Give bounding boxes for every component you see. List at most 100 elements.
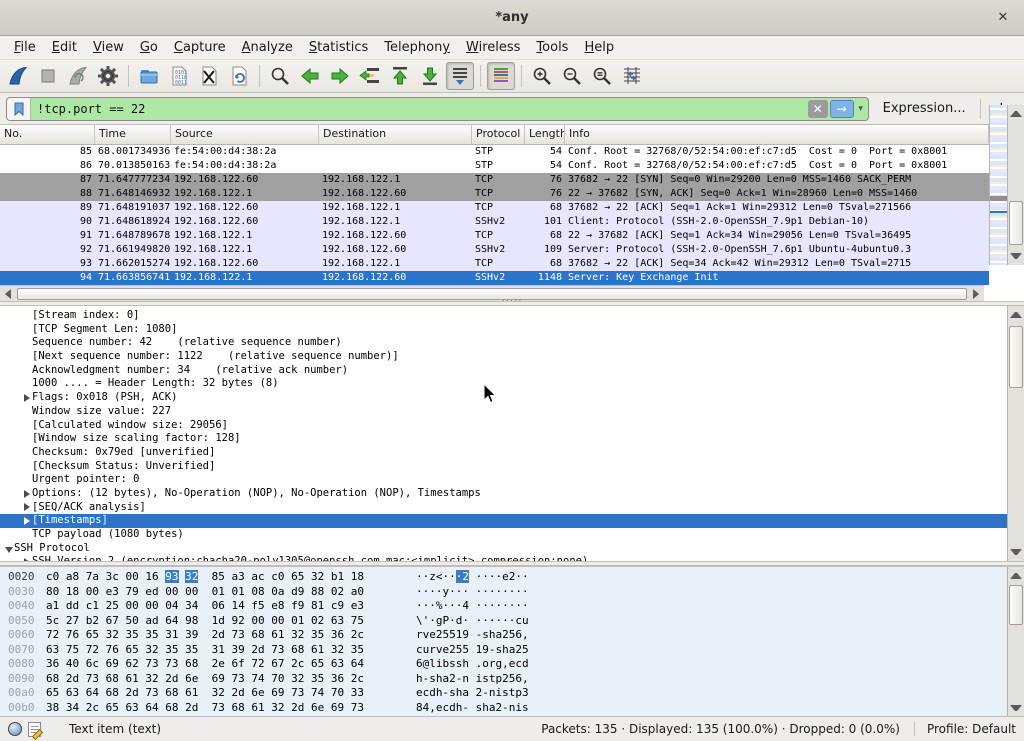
column-header-protocol[interactable]: Protocol	[472, 125, 525, 144]
scroll-up-icon[interactable]	[1010, 312, 1022, 318]
reload-file-button[interactable]	[225, 62, 253, 90]
hex-bytes[interactable]: 65 63 64 68 2d 73 68 61 32 2d 6e 69 73 7…	[46, 686, 398, 701]
scroll-down-icon[interactable]	[1010, 705, 1022, 711]
hex-ascii[interactable]: rve25519 -sha256,	[416, 628, 529, 643]
packet-row[interactable]: 9071.648618924192.168.122.60192.168.122.…	[0, 215, 989, 229]
colorize-toggle[interactable]	[487, 62, 515, 90]
scrollbar-thumb[interactable]	[17, 288, 967, 300]
detail-tree-row[interactable]: SSH Protocol	[0, 542, 1007, 556]
hex-ascii[interactable]: h-sha2-n istp256,	[416, 672, 529, 687]
column-header-destination[interactable]: Destination	[319, 125, 472, 144]
packet-row[interactable]: 8971.648191037192.168.122.60192.168.122.…	[0, 201, 989, 215]
detail-tree-row[interactable]: Options: (12 bytes), No-Operation (NOP),…	[0, 487, 1007, 501]
menu-wireless[interactable]: Wireless	[458, 37, 528, 58]
detail-tree-row[interactable]: [Window size scaling factor: 128]	[0, 432, 1007, 446]
hex-bytes[interactable]: 80 18 00 e3 79 ed 00 00 01 01 08 0a d9 8…	[46, 585, 398, 600]
packet-list-vscrollbar[interactable]	[1007, 105, 1024, 265]
profile-status[interactable]: Profile: Default	[915, 722, 1016, 736]
hex-ascii[interactable]: ··z<···2 ····e2··	[416, 570, 529, 585]
capture-restart-button[interactable]	[64, 62, 92, 90]
hex-ascii[interactable]: 84,ecdh- sha2-nis	[416, 701, 529, 716]
capture-start-button[interactable]	[4, 62, 32, 90]
scrollbar-thumb[interactable]	[1009, 585, 1023, 625]
menu-capture[interactable]: Capture	[166, 37, 234, 58]
scroll-up-icon[interactable]	[1010, 111, 1022, 117]
hex-ascii[interactable]: \'·gP·d· ······cu	[416, 614, 529, 629]
auto-scroll-toggle[interactable]	[446, 62, 474, 90]
detail-tree-row[interactable]: [SEQ/ACK analysis]	[0, 501, 1007, 515]
scroll-right-icon[interactable]	[973, 289, 979, 299]
hex-row[interactable]: 006072 76 65 32 35 35 31 39 2d 73 68 61 …	[0, 628, 1007, 643]
hex-bytes[interactable]: 72 76 65 32 35 35 31 39 2d 73 68 61 32 3…	[46, 628, 398, 643]
zoom-original-button[interactable]	[588, 62, 616, 90]
column-header-no[interactable]: No.	[0, 125, 95, 144]
go-to-packet-button[interactable]	[356, 62, 384, 90]
hex-ascii[interactable]: curve255 19-sha25	[416, 643, 529, 658]
hex-row[interactable]: 008036 40 6c 69 62 73 73 68 2e 6f 72 67 …	[0, 657, 1007, 672]
open-file-button[interactable]	[135, 62, 163, 90]
expression-button[interactable]: Expression...	[873, 101, 976, 116]
packet-row[interactable]: 9371.662015274192.168.122.60192.168.122.…	[0, 257, 989, 271]
packet-row[interactable]: 8771.647777234192.168.122.60192.168.122.…	[0, 173, 989, 187]
hex-row[interactable]: 007063 75 72 76 65 32 35 35 31 39 2d 73 …	[0, 643, 1007, 658]
menu-analyze[interactable]: Analyze	[234, 37, 301, 58]
capture-stop-button[interactable]	[34, 62, 62, 90]
menu-view[interactable]: View	[85, 37, 132, 58]
scroll-left-icon[interactable]	[5, 289, 11, 299]
menu-statistics[interactable]: Statistics	[301, 37, 376, 58]
menu-go[interactable]: Go	[132, 37, 166, 58]
display-filter-input[interactable]	[31, 102, 808, 116]
detail-tree-row[interactable]: Acknowledgment number: 34 (relative ack …	[0, 364, 1007, 378]
resize-columns-button[interactable]	[618, 62, 646, 90]
menu-telephony[interactable]: Telephony	[376, 37, 458, 58]
pane-splitter[interactable]	[0, 561, 1024, 566]
detail-tree-row[interactable]: [Timestamps]	[0, 514, 1007, 528]
detail-tree-row[interactable]: [Checksum Status: Unverified]	[0, 460, 1007, 474]
column-header-source[interactable]: Source	[171, 125, 319, 144]
hex-row[interactable]: 00b038 34 2c 65 63 64 68 2d 73 68 61 32 …	[0, 701, 1007, 716]
detail-tree-row[interactable]: Checksum: 0x79ed [unverified]	[0, 446, 1007, 460]
go-bottom-button[interactable]	[416, 62, 444, 90]
packet-row[interactable]: 8568.001734936fe:54:00:d4:38:2aSTP54Conf…	[0, 145, 989, 159]
detail-tree-row[interactable]: [TCP Segment Len: 1080]	[0, 323, 1007, 337]
detail-tree-row[interactable]: [Calculated window size: 29056]	[0, 419, 1007, 433]
go-top-button[interactable]	[386, 62, 414, 90]
hex-ascii[interactable]: ecdh-sha 2-nistp3	[416, 686, 529, 701]
detail-tree-row[interactable]: 1000 .... = Header Length: 32 bytes (8)	[0, 377, 1007, 391]
hex-bytes[interactable]: c0 a8 7a 3c 00 16 93 32 85 a3 ac c0 65 3…	[46, 570, 398, 585]
filter-clear-button[interactable]: ✕	[808, 100, 828, 118]
find-packet-button[interactable]	[266, 62, 294, 90]
expert-info-icon[interactable]	[8, 722, 22, 736]
close-file-button[interactable]	[195, 62, 223, 90]
hex-row[interactable]: 009068 2d 73 68 61 32 2d 6e 69 73 74 70 …	[0, 672, 1007, 687]
column-header-time[interactable]: Time	[95, 125, 171, 144]
detail-tree-row[interactable]: [Stream index: 0]	[0, 309, 1007, 323]
menu-file[interactable]: File	[6, 37, 44, 58]
detail-tree-row[interactable]: TCP payload (1080 bytes)	[0, 528, 1007, 542]
packet-row[interactable]: 9171.648789678192.168.122.1192.168.122.6…	[0, 229, 989, 243]
save-file-button[interactable]: 010101100011	[165, 62, 193, 90]
capture-options-button[interactable]	[94, 62, 122, 90]
hex-bytes[interactable]: a1 dd c1 25 00 00 04 34 06 14 f5 e8 f9 8…	[46, 599, 398, 614]
scroll-down-icon[interactable]	[1010, 549, 1022, 555]
hex-row[interactable]: 0040a1 dd c1 25 00 00 04 34 06 14 f5 e8 …	[0, 599, 1007, 614]
hex-ascii[interactable]: ···%···4 ········	[416, 599, 529, 614]
detail-vscrollbar[interactable]	[1007, 306, 1024, 561]
hex-ascii[interactable]: 6@libssh .org,ecd	[416, 657, 529, 672]
scroll-up-icon[interactable]	[1010, 573, 1022, 579]
packet-row[interactable]: 9271.661949820192.168.122.1192.168.122.6…	[0, 243, 989, 257]
scroll-down-icon[interactable]	[1010, 253, 1022, 259]
hex-row[interactable]: 003080 18 00 e3 79 ed 00 00 01 01 08 0a …	[0, 585, 1007, 600]
scrollbar-thumb[interactable]	[1009, 201, 1023, 245]
close-window-icon[interactable]: ✕	[994, 9, 1012, 27]
hex-ascii[interactable]: ····y··· ········	[416, 585, 529, 600]
menu-help[interactable]: Help	[576, 37, 622, 58]
column-header-length[interactable]: Length	[525, 125, 565, 144]
menu-edit[interactable]: Edit	[44, 37, 85, 58]
go-forward-button[interactable]	[326, 62, 354, 90]
hex-bytes[interactable]: 38 34 2c 65 63 64 68 2d 73 68 61 32 2d 6…	[46, 701, 398, 716]
detail-tree-row[interactable]: Flags: 0x018 (PSH, ACK)	[0, 391, 1007, 405]
go-back-button[interactable]	[296, 62, 324, 90]
packet-minimap-scrollbar[interactable]	[989, 105, 1007, 265]
filter-history-dropdown[interactable]: ▾	[854, 104, 868, 114]
